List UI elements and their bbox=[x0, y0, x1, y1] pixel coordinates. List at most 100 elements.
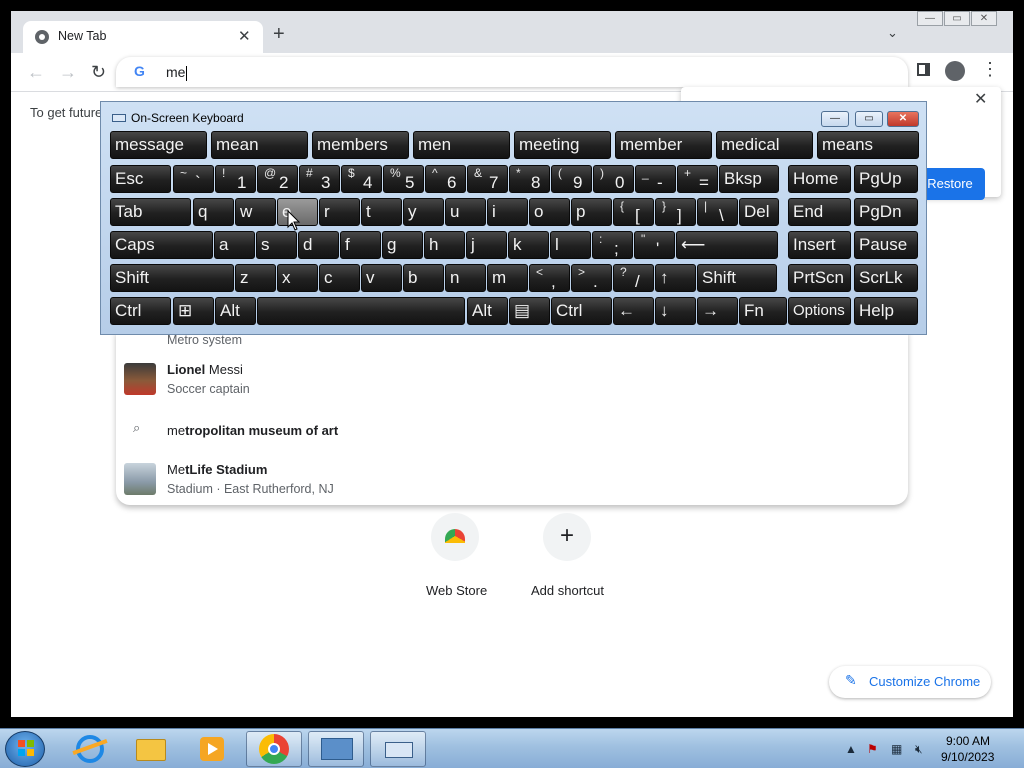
key-esc[interactable]: Esc bbox=[110, 165, 171, 193]
address-bar[interactable]: G me bbox=[116, 57, 908, 87]
key-[interactable]: {[ bbox=[613, 198, 654, 226]
key-9[interactable]: (9 bbox=[551, 165, 592, 193]
add-shortcut[interactable]: + Add shortcut bbox=[531, 513, 623, 598]
shortcut-web-store[interactable]: Web Store bbox=[426, 513, 501, 598]
minimize-button[interactable]: — bbox=[917, 11, 943, 26]
tab-new-tab[interactable]: New Tab ✕ bbox=[23, 21, 263, 53]
prediction-mean[interactable]: mean bbox=[211, 131, 308, 159]
key-p[interactable]: p bbox=[571, 198, 612, 226]
key-[interactable]: ~ ` bbox=[173, 165, 214, 193]
maximize-button[interactable]: ▭ bbox=[944, 11, 970, 26]
key-[interactable]: | \ bbox=[697, 198, 738, 226]
key-i[interactable]: i bbox=[487, 198, 528, 226]
control-panel-taskbar-button[interactable] bbox=[308, 731, 364, 767]
key-8[interactable]: * 8 bbox=[509, 165, 550, 193]
back-arrow-icon[interactable]: ← bbox=[27, 62, 45, 83]
key-bksp[interactable]: Bksp bbox=[719, 165, 779, 193]
key-tab[interactable]: Tab bbox=[110, 198, 191, 226]
key-k[interactable]: k bbox=[508, 231, 549, 259]
osk-close-button[interactable]: ✕ bbox=[887, 111, 919, 127]
tab-search-chevron-icon[interactable]: ⌄ bbox=[887, 25, 898, 41]
options-key[interactable]: Options bbox=[788, 297, 851, 325]
suggestion-item[interactable]: MetLife Stadium Stadium · East Rutherfor… bbox=[116, 459, 908, 499]
key-2[interactable]: @2 bbox=[257, 165, 298, 193]
key-home[interactable]: Home bbox=[788, 165, 851, 193]
key-0[interactable]: ) 0 bbox=[593, 165, 634, 193]
key-1[interactable]: ! 1 bbox=[215, 165, 256, 193]
close-window-button[interactable]: ✕ bbox=[971, 11, 997, 26]
key-o[interactable]: o bbox=[529, 198, 570, 226]
key-4[interactable]: $4 bbox=[341, 165, 382, 193]
key-scrlk[interactable]: ScrLk bbox=[854, 264, 918, 292]
key-[interactable]: >. bbox=[571, 264, 612, 292]
key-pgup[interactable]: PgUp bbox=[854, 165, 918, 193]
key-pgdn[interactable]: PgDn bbox=[854, 198, 918, 226]
key-g[interactable]: g bbox=[382, 231, 423, 259]
prediction-members[interactable]: members bbox=[312, 131, 409, 159]
action-center-flag-icon[interactable]: ⚑ bbox=[867, 742, 878, 756]
key-c[interactable]: c bbox=[319, 264, 360, 292]
key-fn[interactable]: Fn bbox=[739, 297, 787, 325]
address-input[interactable]: me bbox=[166, 64, 187, 81]
key-s[interactable]: s bbox=[256, 231, 297, 259]
key-z[interactable]: z bbox=[235, 264, 276, 292]
key-[interactable]: :; bbox=[592, 231, 633, 259]
key-w[interactable]: w bbox=[235, 198, 276, 226]
chrome-taskbar-button[interactable] bbox=[246, 731, 302, 767]
key-pause[interactable]: Pause bbox=[854, 231, 918, 259]
key-l[interactable]: l bbox=[550, 231, 591, 259]
key-[interactable]: + = bbox=[677, 165, 718, 193]
media-player-icon[interactable] bbox=[184, 731, 240, 767]
key-alt-left[interactable]: Alt bbox=[215, 297, 256, 325]
clock-date[interactable]: 9/10/2023 bbox=[941, 750, 994, 764]
key-[interactable]: <, bbox=[529, 264, 570, 292]
spacebar[interactable] bbox=[257, 297, 465, 325]
key-ctrl-left[interactable]: Ctrl bbox=[110, 297, 171, 325]
tab-close-icon[interactable]: ✕ bbox=[238, 27, 251, 45]
prediction-member[interactable]: member bbox=[615, 131, 712, 159]
left-arrow-key[interactable]: ← bbox=[613, 297, 654, 325]
key-[interactable]: }] bbox=[655, 198, 696, 226]
key-prtscn[interactable]: PrtScn bbox=[788, 264, 851, 292]
key-caps[interactable]: Caps bbox=[110, 231, 213, 259]
key-ctrl-right[interactable]: Ctrl bbox=[551, 297, 612, 325]
key-insert[interactable]: Insert bbox=[788, 231, 851, 259]
key-x[interactable]: x bbox=[277, 264, 318, 292]
up-arrow-key[interactable]: ↑ bbox=[655, 264, 696, 292]
suggestion-item[interactable]: ⌕ metropolitan museum of art bbox=[116, 417, 908, 447]
prediction-men[interactable]: men bbox=[413, 131, 510, 159]
more-menu-icon[interactable]: ⋮ bbox=[981, 59, 999, 80]
internet-explorer-icon[interactable] bbox=[62, 731, 118, 767]
key-alt-right[interactable]: Alt bbox=[467, 297, 508, 325]
key-n[interactable]: n bbox=[445, 264, 486, 292]
osk-maximize-button[interactable]: ▭ bbox=[855, 111, 883, 127]
windows-key[interactable]: ⊞ bbox=[173, 297, 214, 325]
key-7[interactable]: & 7 bbox=[467, 165, 508, 193]
prediction-meeting[interactable]: meeting bbox=[514, 131, 611, 159]
prediction-medical[interactable]: medical bbox=[716, 131, 813, 159]
key-[interactable]: ? / bbox=[613, 264, 654, 292]
start-button[interactable] bbox=[5, 731, 45, 767]
key-h[interactable]: h bbox=[424, 231, 465, 259]
right-arrow-key[interactable]: → bbox=[697, 297, 738, 325]
reload-icon[interactable]: ↻ bbox=[91, 62, 106, 83]
key-d[interactable]: d bbox=[298, 231, 339, 259]
key-shift[interactable]: Shift bbox=[697, 264, 777, 292]
prediction-message[interactable]: message bbox=[110, 131, 207, 159]
key-u[interactable]: u bbox=[445, 198, 486, 226]
forward-arrow-icon[interactable]: → bbox=[59, 62, 77, 83]
key-j[interactable]: j bbox=[466, 231, 507, 259]
key-[interactable]: _ - bbox=[635, 165, 676, 193]
key-q[interactable]: q bbox=[193, 198, 234, 226]
osk-taskbar-button[interactable] bbox=[370, 731, 426, 767]
key-r[interactable]: r bbox=[319, 198, 360, 226]
customize-chrome-button[interactable]: ✎ Customize Chrome bbox=[829, 666, 991, 698]
key-y[interactable]: y bbox=[403, 198, 444, 226]
menu-key[interactable]: ▤ bbox=[509, 297, 550, 325]
profile-avatar-icon[interactable] bbox=[945, 61, 965, 81]
key-m[interactable]: m bbox=[487, 264, 528, 292]
volume-muted-icon[interactable]: 🔇︎ bbox=[915, 742, 923, 757]
key-del[interactable]: Del bbox=[739, 198, 779, 226]
new-tab-button[interactable]: + bbox=[273, 23, 285, 46]
key-a[interactable]: a bbox=[214, 231, 255, 259]
